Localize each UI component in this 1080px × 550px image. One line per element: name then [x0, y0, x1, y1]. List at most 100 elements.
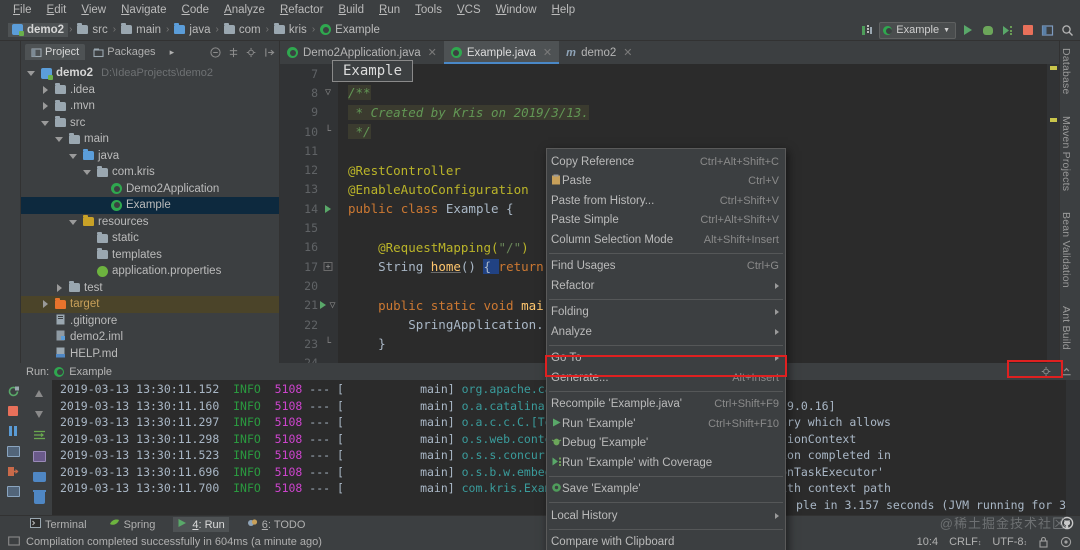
breadcrumb-item-demo2[interactable]: demo2 [8, 22, 69, 37]
line-number[interactable]: 13 [280, 182, 318, 196]
line-number[interactable]: 10 [280, 125, 318, 139]
context-menu-item-compare-with-clipboard[interactable]: Compare with Clipboard [547, 533, 785, 550]
tree-node[interactable]: demo2 D:\IdeaProjects\demo2 [21, 65, 279, 82]
tree-twisty-closed[interactable] [41, 101, 51, 111]
line-number[interactable]: 12 [280, 163, 318, 177]
tab-project[interactable]: Project [25, 44, 86, 60]
run-configuration-selector[interactable]: Example ▼ [879, 21, 956, 39]
scroll-up-button[interactable] [32, 386, 46, 400]
context-menu-item-refactor[interactable]: Refactor [547, 276, 785, 296]
context-menu-item-paste-from-history[interactable]: Paste from History... Ctrl+Shift+V [547, 191, 785, 211]
tool-window-spring[interactable]: Spring [105, 517, 160, 532]
context-menu-item-column-selection-mode[interactable]: Column Selection Mode Alt+Shift+Insert [547, 230, 785, 250]
tree-twisty-open[interactable] [27, 68, 37, 78]
line-separator[interactable]: CRLF↕ [949, 536, 981, 548]
close-icon[interactable]: ✕ [543, 46, 552, 59]
line-number[interactable]: 21 [280, 298, 318, 312]
caret-position[interactable]: 10:4 [917, 536, 938, 548]
tree-node[interactable]: src [21, 115, 279, 132]
line-number[interactable]: 11 [280, 144, 318, 158]
editor-tab-demo2[interactable]: m demo2 ✕ [559, 41, 639, 64]
file-encoding[interactable]: UTF-8↕ [992, 536, 1027, 548]
fold-collapse-icon[interactable]: ▽ [325, 87, 331, 98]
context-menu-item-recompile-example-java[interactable]: Recompile 'Example.java' Ctrl+Shift+F9 [547, 395, 785, 415]
context-menu-item-run-example-with-coverage[interactable]: Run 'Example' with Coverage [547, 453, 785, 473]
tree-twisty-open[interactable] [83, 167, 93, 177]
tree-twisty-open[interactable] [69, 151, 79, 161]
line-number[interactable]: 24 [280, 356, 318, 363]
line-number[interactable]: 14 [280, 202, 318, 216]
breadcrumb-item-src[interactable]: src [73, 23, 111, 37]
gutter-marker[interactable]: ▽ [318, 300, 338, 311]
tree-node[interactable]: resources [21, 214, 279, 231]
tree-node[interactable]: test [21, 280, 279, 297]
context-menu-item-generate[interactable]: Generate... Alt+Insert [547, 368, 785, 388]
breadcrumb-item-main[interactable]: main [117, 23, 165, 37]
print-button[interactable] [32, 470, 46, 484]
console-scrollbar[interactable] [1066, 380, 1080, 515]
context-menu-item-save-example[interactable]: Save 'Example' [547, 480, 785, 500]
context-menu-item-debug-example[interactable]: Debug 'Example' [547, 434, 785, 454]
expand-selection-icon[interactable] [228, 47, 239, 58]
close-icon[interactable]: ✕ [623, 46, 632, 59]
tree-node[interactable]: HELP.md [21, 346, 279, 363]
project-tree[interactable]: demo2 D:\IdeaProjects\demo2 .idea .mvn src ma… [21, 63, 279, 363]
menu-item-refactor[interactable]: Refactor [273, 2, 330, 18]
gear-icon[interactable] [1041, 366, 1052, 377]
context-menu-item-run-example[interactable]: Run 'Example' Ctrl+Shift+F10 [547, 414, 785, 434]
tree-twisty-open[interactable] [41, 118, 51, 128]
menu-item-edit[interactable]: Edit [40, 2, 74, 18]
menu-item-vcs[interactable]: VCS [450, 2, 488, 18]
sidebar-item-structure[interactable]: 2: Structure [0, 119, 21, 182]
tool-window-4-run[interactable]: 4: Run [173, 517, 229, 532]
run-button[interactable] [959, 22, 976, 39]
context-menu-item-paste[interactable]: Paste Ctrl+V [547, 172, 785, 192]
context-menu-item-analyze[interactable]: Analyze [547, 322, 785, 342]
tree-node[interactable]: Demo2Application [21, 181, 279, 198]
tabs-overflow-button[interactable]: ▸ [164, 45, 181, 60]
line-number[interactable]: 20 [280, 279, 318, 293]
line-number[interactable]: 16 [280, 240, 318, 254]
editor-marker-stripe[interactable] [1047, 64, 1059, 363]
tree-twisty-closed[interactable] [41, 299, 51, 309]
sidebar-item-ant-build[interactable]: Ant Build [1060, 303, 1080, 353]
tree-node[interactable]: target [21, 296, 279, 313]
gutter-marker[interactable]: ▽ [318, 87, 338, 98]
menu-item-code[interactable]: Code [175, 2, 217, 18]
menu-item-help[interactable]: Help [545, 2, 583, 18]
rerun-button[interactable] [6, 384, 20, 398]
fold-expand-icon[interactable]: + [323, 262, 333, 272]
gutter-marker[interactable]: └ [318, 126, 338, 137]
run-gutter-icon[interactable] [325, 204, 331, 213]
pause-button[interactable] [6, 424, 20, 438]
run-coverage-button[interactable] [999, 22, 1016, 39]
gutter-marker[interactable]: └ [318, 338, 338, 349]
hide-icon[interactable] [264, 47, 275, 58]
search-everywhere-button[interactable] [1059, 22, 1076, 39]
line-number[interactable]: 22 [280, 318, 318, 332]
hide-icon[interactable] [1061, 366, 1072, 377]
dump-threads-button[interactable] [6, 444, 20, 458]
tree-twisty-closed[interactable] [41, 85, 51, 95]
tree-twisty-closed[interactable] [55, 283, 65, 293]
tool-window-6-todo[interactable]: 6: TODO [243, 517, 310, 532]
menu-item-window[interactable]: Window [489, 2, 544, 18]
menu-item-file[interactable]: File [6, 2, 39, 18]
tree-node[interactable]: main [21, 131, 279, 148]
tool-window-terminal[interactable]: Terminal [26, 517, 91, 532]
breadcrumb-item-kris[interactable]: kris [270, 23, 311, 37]
editor-tab-example-java[interactable]: Example.java ✕ [443, 41, 560, 64]
context-menu-item-paste-simple[interactable]: Paste Simple Ctrl+Alt+Shift+V [547, 211, 785, 231]
line-number[interactable]: 7 [280, 67, 318, 81]
tree-twisty-open[interactable] [55, 134, 65, 144]
tree-node[interactable]: .idea [21, 82, 279, 99]
tree-node[interactable]: demo2.iml [21, 329, 279, 346]
run-gutter-icon[interactable] [320, 301, 327, 310]
editor-context-menu[interactable]: Copy Reference Ctrl+Alt+Shift+C Paste Ctrl+… [546, 148, 786, 550]
gear-icon[interactable] [246, 47, 257, 58]
soft-wrap-button[interactable] [32, 428, 46, 442]
collapse-all-icon[interactable] [210, 46, 221, 58]
gutter-marker[interactable] [318, 204, 338, 213]
menu-item-view[interactable]: View [74, 2, 113, 18]
context-menu-item-copy-reference[interactable]: Copy Reference Ctrl+Alt+Shift+C [547, 152, 785, 172]
